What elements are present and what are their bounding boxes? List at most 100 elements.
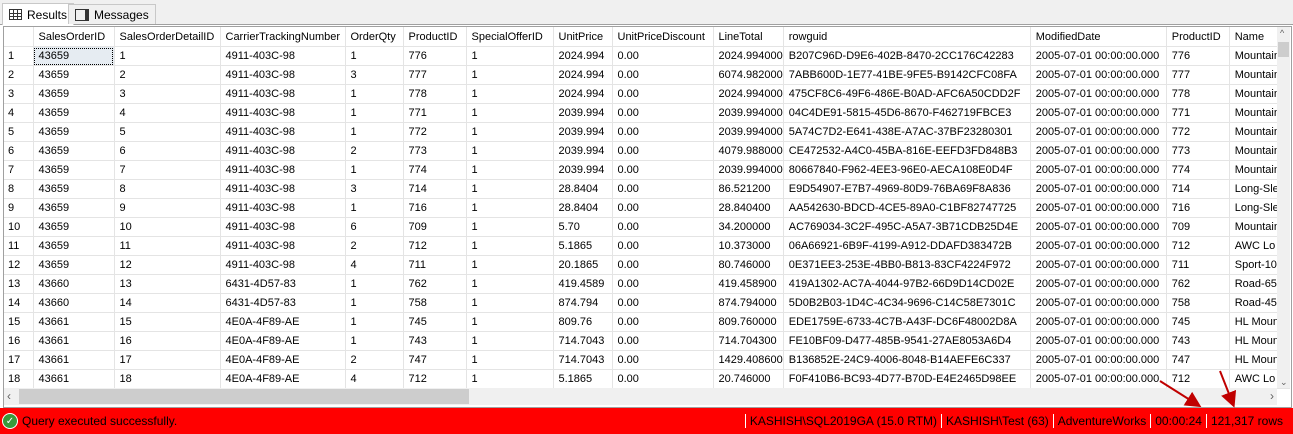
cell-rowguid[interactable]: E9D54907-E7B7-4969-80D9-76BA69F8A836 [783, 179, 1031, 199]
table-row[interactable]: 8 43659 8 4911-403C-98 3 714 1 28.8404 0.00 86.52… [4, 179, 1290, 199]
cell-product-id-2[interactable]: 778 [1166, 84, 1230, 104]
cell-sales-order-detail-id[interactable]: 8 [114, 179, 221, 199]
cell-modified-date[interactable]: 2005-07-01 00:00:00.000 [1030, 160, 1167, 180]
cell-modified-date[interactable]: 2005-07-01 00:00:00.000 [1030, 369, 1167, 389]
cell-special-offer-id[interactable]: 1 [466, 198, 554, 218]
cell-unit-price[interactable]: 2039.994 [553, 141, 613, 161]
cell-carrier-tracking-number[interactable]: 4E0A-4F89-AE [220, 331, 346, 351]
cell-special-offer-id[interactable]: 1 [466, 141, 554, 161]
cell-unit-price-discount[interactable]: 0.00 [612, 312, 714, 332]
cell-unit-price[interactable]: 28.8404 [553, 198, 613, 218]
cell-product-id[interactable]: 772 [403, 122, 467, 142]
table-row[interactable]: 7 43659 7 4911-403C-98 1 774 1 2039.994 0.00 2039… [4, 160, 1290, 180]
cell-product-id[interactable]: 711 [403, 255, 467, 275]
cell-sales-order-id[interactable]: 43659 [33, 255, 115, 275]
cell-line-total[interactable]: 2039.994000 [713, 103, 784, 123]
cell-product-id-2[interactable]: 711 [1166, 255, 1230, 275]
cell-row-number[interactable]: 9 [4, 198, 34, 218]
table-row[interactable]: 4 43659 4 4911-403C-98 1 771 1 2039.994 0.00 2039… [4, 103, 1290, 123]
cell-rowguid[interactable]: B136852E-24C9-4006-8048-B14AEFE6C337 [783, 350, 1031, 370]
cell-rowguid[interactable]: AA542630-BDCD-4CE5-89A0-C1BF82747725 [783, 198, 1031, 218]
cell-line-total[interactable]: 6074.982000 [713, 65, 784, 85]
cell-unit-price-discount[interactable]: 0.00 [612, 350, 714, 370]
cell-modified-date[interactable]: 2005-07-01 00:00:00.000 [1030, 350, 1167, 370]
cell-product-id-2[interactable]: 771 [1166, 103, 1230, 123]
cell-sales-order-detail-id[interactable]: 10 [114, 217, 221, 237]
cell-special-offer-id[interactable]: 1 [466, 160, 554, 180]
cell-line-total[interactable]: 34.200000 [713, 217, 784, 237]
cell-unit-price-discount[interactable]: 0.00 [612, 65, 714, 85]
cell-sales-order-id[interactable]: 43659 [33, 141, 115, 161]
scroll-right-icon[interactable]: › [1270, 389, 1274, 403]
cell-product-id[interactable]: 776 [403, 46, 467, 66]
cell-unit-price-discount[interactable]: 0.00 [612, 217, 714, 237]
cell-line-total[interactable]: 10.373000 [713, 236, 784, 256]
cell-line-total[interactable]: 2024.994000 [713, 46, 784, 66]
cell-modified-date[interactable]: 2005-07-01 00:00:00.000 [1030, 274, 1167, 294]
cell-unit-price-discount[interactable]: 0.00 [612, 255, 714, 275]
cell-order-qty[interactable]: 3 [345, 65, 404, 85]
cell-unit-price[interactable]: 809.76 [553, 312, 613, 332]
cell-order-qty[interactable]: 1 [345, 103, 404, 123]
cell-modified-date[interactable]: 2005-07-01 00:00:00.000 [1030, 122, 1167, 142]
cell-rowguid[interactable]: 419A1302-AC7A-4044-97B2-66D9D14CD02E [783, 274, 1031, 294]
cell-special-offer-id[interactable]: 1 [466, 179, 554, 199]
cell-rowguid[interactable]: F0F410B6-BC93-4D77-B70D-E4E2465D98EE [783, 369, 1031, 389]
cell-product-id[interactable]: 747 [403, 350, 467, 370]
cell-row-number[interactable]: 16 [4, 331, 34, 351]
cell-product-id[interactable]: 773 [403, 141, 467, 161]
cell-unit-price[interactable]: 2039.994 [553, 160, 613, 180]
cell-carrier-tracking-number[interactable]: 4911-403C-98 [220, 236, 346, 256]
cell-special-offer-id[interactable]: 1 [466, 236, 554, 256]
cell-product-id[interactable]: 758 [403, 293, 467, 313]
cell-row-number[interactable]: 15 [4, 312, 34, 332]
cell-sales-order-id[interactable]: 43659 [33, 179, 115, 199]
cell-rowguid[interactable]: EDE1759E-6733-4C7B-A43F-DC6F48002D8A [783, 312, 1031, 332]
column-header-line-total[interactable]: LineTotal [713, 27, 784, 47]
cell-product-id[interactable]: 777 [403, 65, 467, 85]
scroll-up-icon[interactable]: ^ [1280, 28, 1284, 38]
cell-product-id[interactable]: 743 [403, 331, 467, 351]
table-row[interactable]: 5 43659 5 4911-403C-98 1 772 1 2039.994 0.00 2039… [4, 122, 1290, 142]
cell-unit-price[interactable]: 5.1865 [553, 236, 613, 256]
results-grid[interactable]: SalesOrderID SalesOrderDetailID CarrierTra… [3, 26, 1292, 408]
cell-modified-date[interactable]: 2005-07-01 00:00:00.000 [1030, 236, 1167, 256]
cell-sales-order-detail-id[interactable]: 1 [114, 46, 221, 66]
cell-unit-price[interactable]: 714.7043 [553, 350, 613, 370]
cell-carrier-tracking-number[interactable]: 4911-403C-98 [220, 103, 346, 123]
cell-unit-price-discount[interactable]: 0.00 [612, 103, 714, 123]
table-row[interactable]: 1 43659 1 4911-403C-98 1 776 1 2024.994 0.00 2024… [4, 46, 1290, 66]
cell-line-total[interactable]: 4079.988000 [713, 141, 784, 161]
cell-special-offer-id[interactable]: 1 [466, 274, 554, 294]
cell-unit-price[interactable]: 2024.994 [553, 84, 613, 104]
cell-special-offer-id[interactable]: 1 [466, 103, 554, 123]
cell-unit-price[interactable]: 5.1865 [553, 369, 613, 389]
horizontal-scroll-thumb[interactable] [19, 389, 469, 404]
cell-special-offer-id[interactable]: 1 [466, 293, 554, 313]
cell-unit-price-discount[interactable]: 0.00 [612, 141, 714, 161]
cell-sales-order-detail-id[interactable]: 3 [114, 84, 221, 104]
cell-order-qty[interactable]: 3 [345, 179, 404, 199]
table-row[interactable]: 14 43660 14 6431-4D57-83 1 758 1 874.794 0.00 874… [4, 293, 1290, 313]
horizontal-scrollbar[interactable]: ‹ › [4, 388, 1277, 405]
cell-carrier-tracking-number[interactable]: 4911-403C-98 [220, 179, 346, 199]
column-header-modified-date[interactable]: ModifiedDate [1030, 27, 1167, 47]
cell-carrier-tracking-number[interactable]: 6431-4D57-83 [220, 274, 346, 294]
cell-row-number[interactable]: 12 [4, 255, 34, 275]
table-row[interactable]: 11 43659 11 4911-403C-98 2 712 1 5.1865 0.00 10.3… [4, 236, 1290, 256]
cell-modified-date[interactable]: 2005-07-01 00:00:00.000 [1030, 198, 1167, 218]
cell-modified-date[interactable]: 2005-07-01 00:00:00.000 [1030, 312, 1167, 332]
cell-special-offer-id[interactable]: 1 [466, 217, 554, 237]
cell-rowguid[interactable]: 475CF8C6-49F6-486E-B0AD-AFC6A50CDD2F [783, 84, 1031, 104]
cell-row-number[interactable]: 14 [4, 293, 34, 313]
cell-order-qty[interactable]: 4 [345, 369, 404, 389]
cell-sales-order-detail-id[interactable]: 2 [114, 65, 221, 85]
cell-sales-order-id[interactable]: 43659 [33, 84, 115, 104]
cell-unit-price[interactable]: 714.7043 [553, 331, 613, 351]
scroll-down-icon[interactable]: ⌄ [1280, 377, 1288, 388]
cell-rowguid[interactable]: FE10BF09-D477-485B-9541-27AE8053A6D4 [783, 331, 1031, 351]
cell-special-offer-id[interactable]: 1 [466, 350, 554, 370]
table-row[interactable]: 12 43659 12 4911-403C-98 4 711 1 20.1865 0.00 80.… [4, 255, 1290, 275]
cell-modified-date[interactable]: 2005-07-01 00:00:00.000 [1030, 293, 1167, 313]
cell-special-offer-id[interactable]: 1 [466, 369, 554, 389]
